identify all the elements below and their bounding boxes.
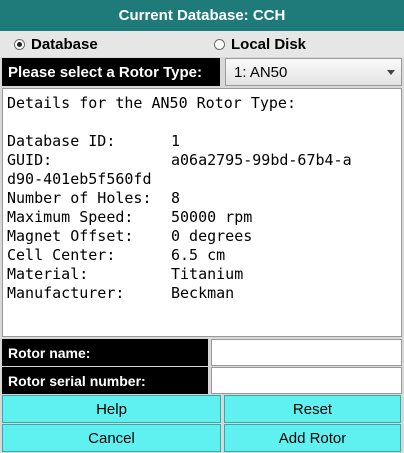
detail-manufacturer: Manufacturer: Beckman: [7, 284, 235, 302]
window-title: Current Database: CCH: [118, 7, 286, 24]
cancel-button[interactable]: Cancel: [2, 424, 221, 452]
radio-selected-icon[interactable]: [14, 38, 25, 50]
help-button[interactable]: Help: [2, 395, 221, 423]
detail-database-id: Database ID: 1: [7, 132, 181, 150]
source-selector: Database Local Disk: [0, 31, 404, 57]
guid-value-part2: d90-401eb5f560fd: [7, 170, 152, 188]
radio-unselected-icon[interactable]: [214, 38, 225, 50]
details-heading: Details for the AN50 Rotor Type:: [7, 94, 296, 112]
detail-magnet-offset: Magnet Offset: 0 degrees: [7, 227, 253, 245]
add-rotor-button[interactable]: Add Rotor: [224, 424, 401, 452]
rotor-type-select[interactable]: 1: AN50: [225, 58, 402, 86]
detail-material: Material: Titanium: [7, 265, 244, 283]
rotor-serial-row: Rotor serial number:: [2, 367, 402, 394]
rotor-type-selected-value: 1: AN50: [234, 63, 288, 81]
guid-value-part1: a06a2795-99bd-67b4-a: [171, 151, 352, 169]
detail-max-speed: Maximum Speed: 50000 rpm: [7, 208, 253, 226]
title-bar: Current Database: CCH: [0, 0, 404, 32]
rotor-type-label: Please select a Rotor Type:: [2, 58, 220, 86]
detail-holes: Number of Holes: 8: [7, 189, 181, 207]
rotor-name-input[interactable]: [211, 339, 402, 366]
rotor-serial-label: Rotor serial number:: [2, 367, 208, 394]
rotor-name-label: Rotor name:: [2, 339, 208, 366]
detail-guid: GUID: a06a2795-99bd-67b4-a: [7, 151, 352, 169]
detail-cell-center: Cell Center: 6.5 cm: [7, 246, 226, 264]
reset-button[interactable]: Reset: [224, 395, 401, 423]
database-radio-label: Database: [31, 35, 98, 53]
chevron-down-icon[interactable]: [387, 69, 395, 75]
rotor-dialog: Current Database: CCH Database Local Dis…: [0, 0, 404, 453]
rotor-name-row: Rotor name:: [2, 339, 402, 366]
rotor-type-row: Please select a Rotor Type: 1: AN50: [2, 58, 402, 86]
database-radio[interactable]: Database: [14, 35, 98, 53]
rotor-details-text: Details for the AN50 Rotor Type: Databas…: [2, 88, 402, 337]
local-disk-radio-label: Local Disk: [231, 35, 307, 53]
rotor-serial-input[interactable]: [211, 367, 402, 394]
local-disk-radio[interactable]: Local Disk: [214, 35, 306, 53]
